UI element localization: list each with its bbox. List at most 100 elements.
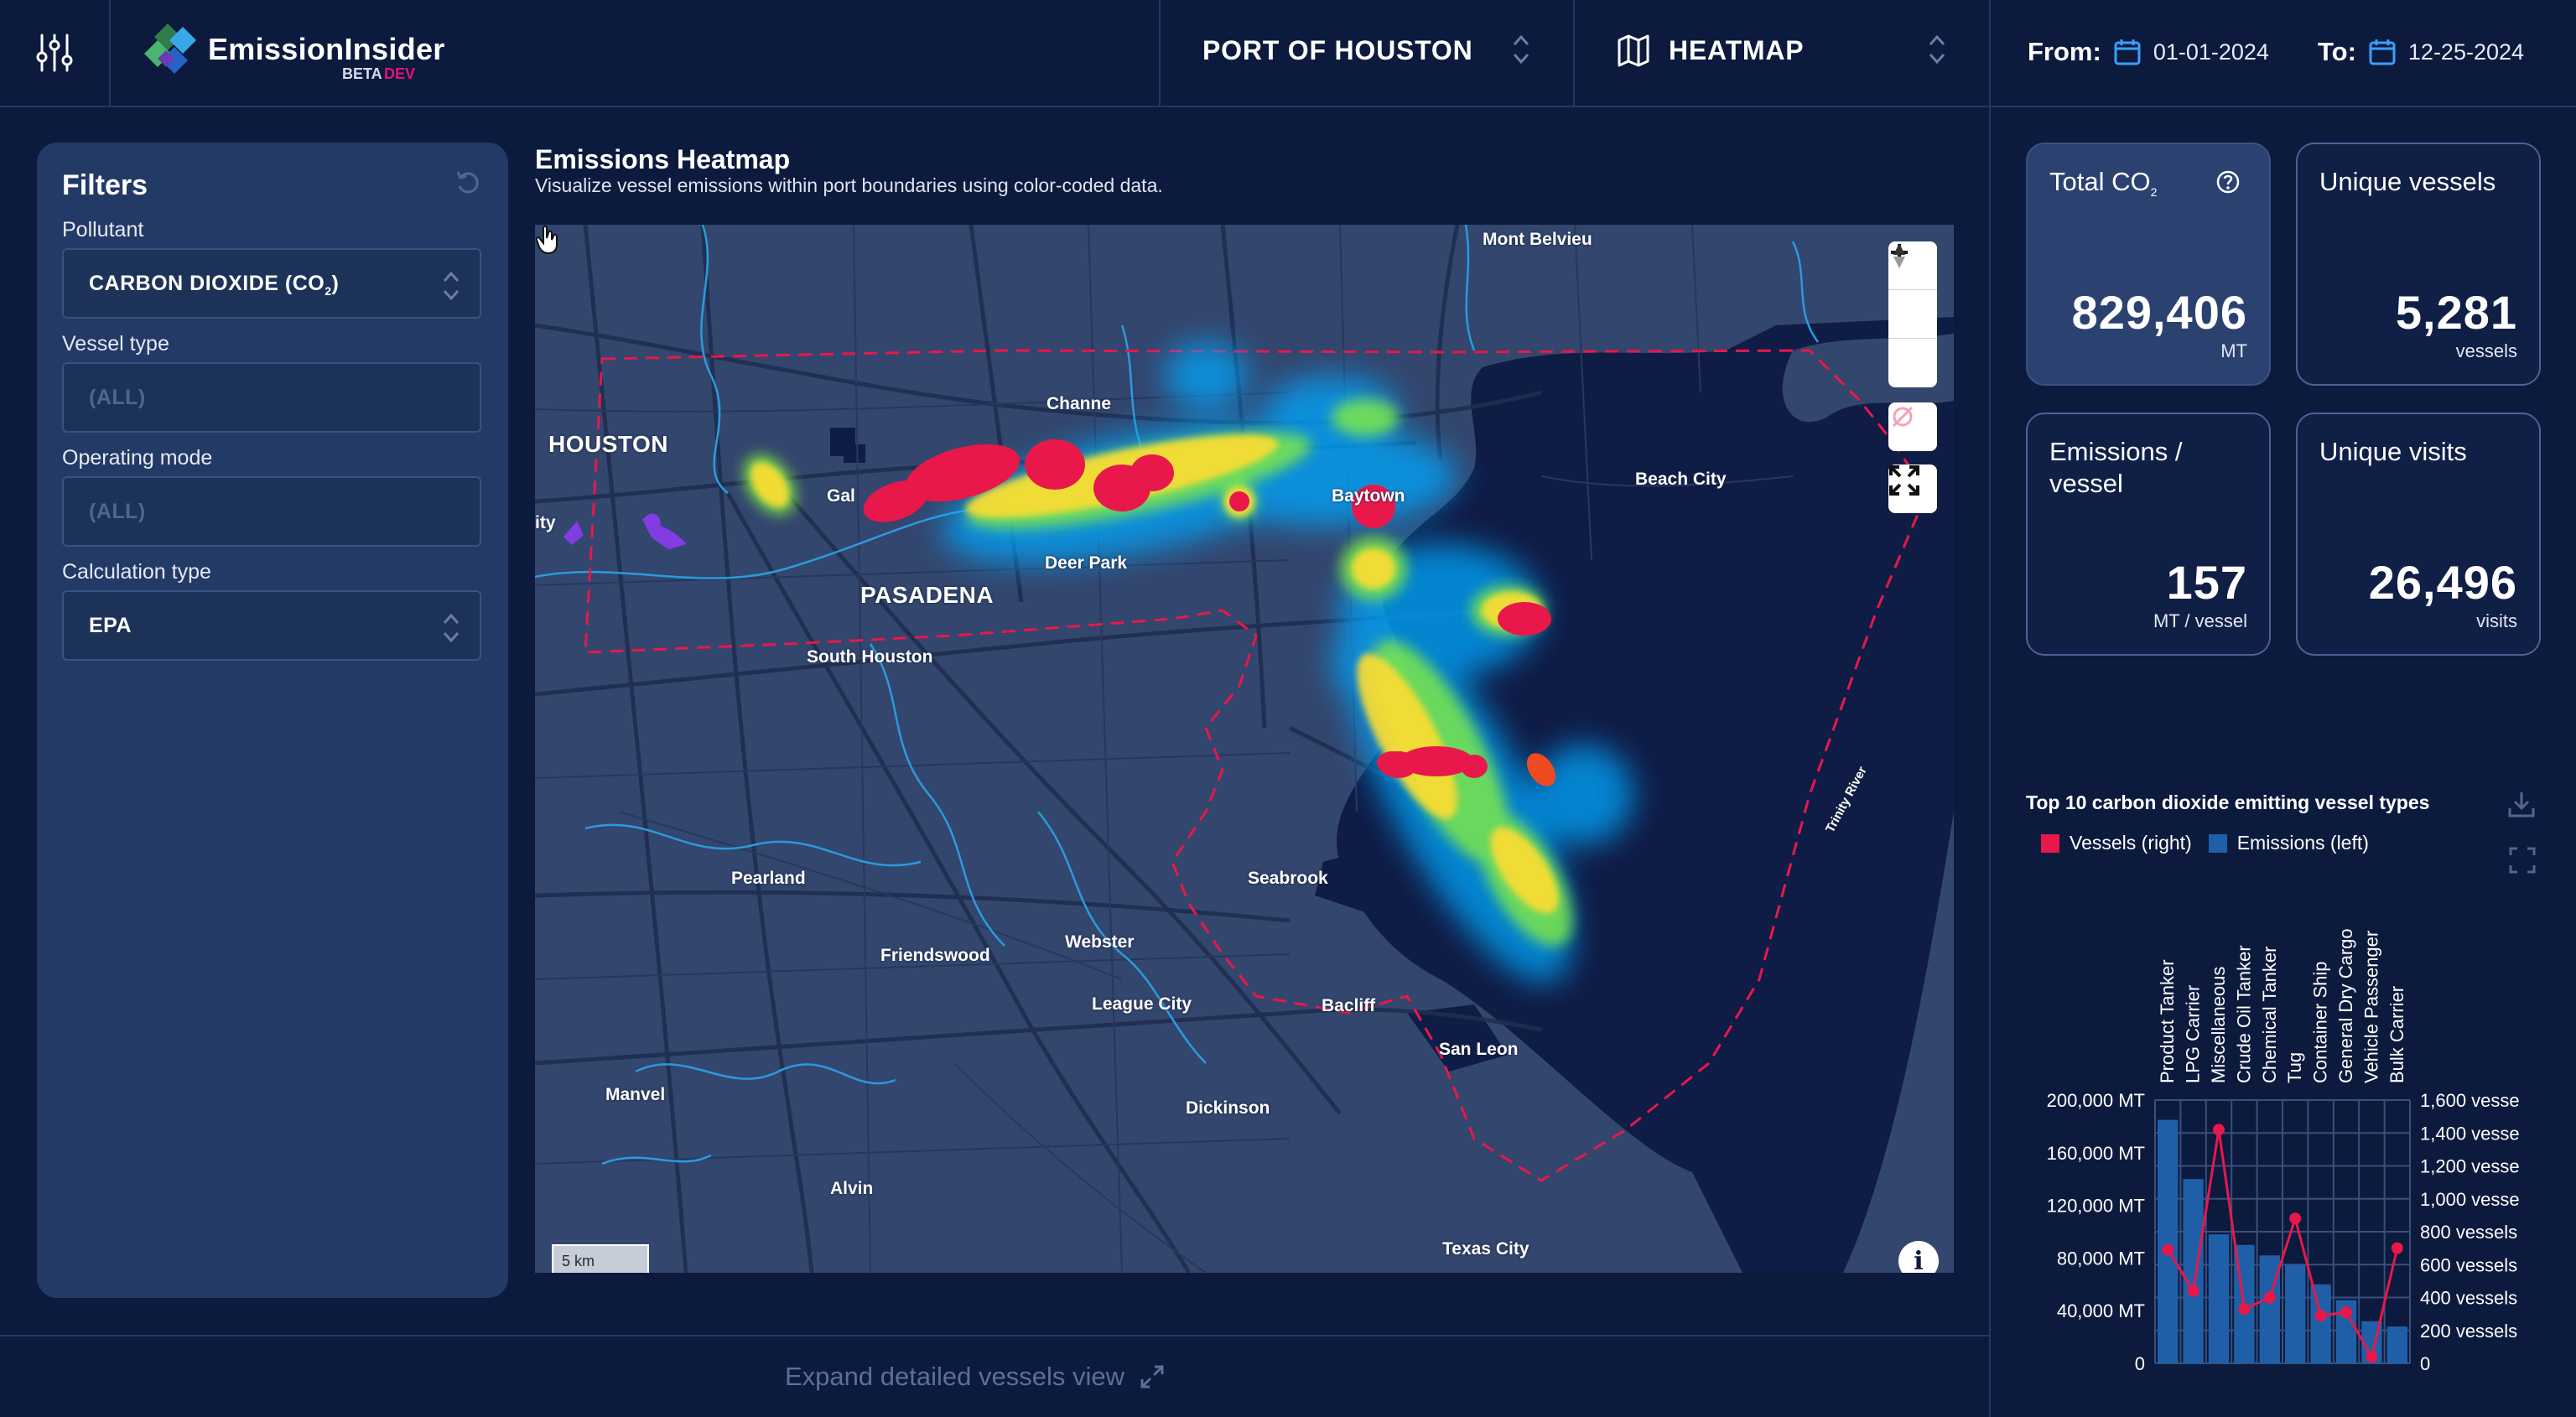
category-label: Chemical Tanker [2259,947,2280,1083]
info-icon: i [1914,1246,1924,1274]
legend-swatch-vessels [2041,833,2059,853]
sliders-icon [36,34,73,72]
legend-item-emissions[interactable]: Emissions (left) [2208,832,2369,854]
from-date-picker[interactable]: From: 01-01-2024 [2028,37,2269,67]
vessel-tracks [563,513,687,550]
chart-title: Top 10 carbon dioxide emitting vessel ty… [2026,792,2430,813]
expand-link-label: Expand detailed vessels view [785,1362,1124,1391]
place-pasadena: PASADENA [860,582,995,608]
location-disabled-icon [1892,406,1914,428]
vessel-type-select[interactable]: (ALL) [62,362,481,433]
right-tick-label: 800 vessels [2420,1222,2517,1243]
vessel-type-value: (ALL) [89,386,146,409]
legend-label-emissions: Emissions (left) [2236,832,2369,854]
category-label: Crude Oil Tanker [2233,945,2254,1083]
location-control [1888,402,1937,451]
chart-point [2162,1243,2174,1256]
category-label: General Dry Cargo [2335,928,2356,1083]
kpi-title: Emissions / vessel [2049,437,2183,498]
port-selector[interactable]: PORT OF HOUSTON [1159,0,1573,106]
fullscreen-icon[interactable] [2509,847,2536,874]
legend-swatch-emissions [2208,833,2227,853]
calc-type-value: EPA [89,614,132,637]
compass-button[interactable] [1888,243,1937,387]
right-tick-label: 1,000 vesse [2420,1189,2520,1210]
operating-mode-select[interactable]: (ALL) [62,476,481,547]
chart-legend: Vessels (right) Emissions (left) [2041,832,2386,854]
kpi-title: Total CO2 [2049,167,2158,200]
left-tick-label: 80,000 MT [2057,1248,2145,1269]
kpi-value: 829,406 [2071,286,2247,339]
zoom-out-button[interactable] [1888,251,1937,339]
left-tick-label: 160,000 MT [2047,1143,2145,1164]
geolocate-button[interactable] [1888,402,1937,451]
chart-point [2263,1291,2276,1304]
download-icon[interactable] [2507,790,2536,818]
pollutant-value: CARBON DIOXIDE (CO2) [89,272,340,298]
heatmap-subtitle: Visualize vessel emissions within port b… [535,174,1163,196]
chart-point [2340,1306,2352,1319]
category-label: Container Ship [2310,961,2331,1083]
chart-bar [2285,1264,2306,1363]
left-tick-label: 40,000 MT [2057,1300,2145,1321]
category-label: Tug [2284,1052,2305,1083]
place-texas-city: Texas City [1442,1239,1530,1259]
updown-chevron-icon [443,271,460,301]
heatmap-map[interactable]: Mont Belvieu HOUSTON Channe Gal Baytown … [535,225,1954,1273]
legend-item-vessels[interactable]: Vessels (right) [2041,832,2192,854]
brand-title: EmissionInsider [208,32,445,66]
beta-badge: BETA [342,65,382,82]
right-tick-label: 1,600 vesse [2420,1090,2520,1111]
expand-vessels-view-link[interactable]: Expand detailed vessels view [785,1362,1165,1392]
chart-bar [2208,1234,2230,1363]
chart-bar [2158,1119,2179,1363]
from-date-value: 01-01-2024 [2153,39,2269,65]
place-mont-belvieu: Mont Belvieu [1483,230,1592,249]
to-date-picker[interactable]: To: 12-25-2024 [2318,37,2524,67]
pollutant-label: Pollutant [62,218,144,241]
left-tick-label: 0 [2135,1353,2145,1374]
from-label: From: [2028,37,2101,66]
fullscreen-button[interactable] [1888,465,1937,513]
to-date-value: 12-25-2024 [2407,39,2525,65]
chart-point [2213,1124,2225,1136]
chart-bar [2386,1326,2407,1363]
place-baytown: Baytown [1332,486,1405,506]
place-south-houston: South Houston [807,647,933,667]
chart-point [2238,1303,2251,1316]
left-tick-label: 200,000 MT [2047,1090,2145,1111]
place-beach-city: Beach City [1635,470,1727,489]
compass-icon [1893,243,1905,268]
right-tick-label: 200 vessels [2420,1321,2517,1342]
calc-type-select[interactable]: EPA [62,590,481,661]
settings-button[interactable] [0,0,111,106]
kpi-title: Unique visits [2319,437,2467,466]
footer-divider [0,1335,1991,1337]
kpi-unit: MT [2220,340,2247,361]
view-selector[interactable]: HEATMAP [1573,0,1991,106]
place-city-partial: ity [535,513,556,532]
to-label: To: [2318,37,2356,66]
heatmap-title: Emissions Heatmap [535,144,791,174]
chart-point [2366,1351,2378,1363]
zoom-controls [1888,241,1937,387]
view-selector-label: HEATMAP [1669,35,1805,65]
help-icon[interactable] [2215,169,2241,195]
operating-mode-label: Operating mode [62,446,213,470]
top-bar: EmissionInsider BETA DEV PORT OF HOUSTON… [0,0,2576,107]
kpi-unit: vessels [2455,340,2517,361]
kpi-value: 26,496 [2368,556,2517,609]
expand-arrows-icon [1140,1365,1164,1388]
operating-mode-value: (ALL) [89,500,146,523]
hand-cursor-icon [535,225,558,255]
place-galena: Gal [827,486,855,506]
category-label: Miscellaneous [2208,967,2229,1083]
updown-chevron-icon [443,613,460,643]
scale-bar: 5 km [552,1244,649,1273]
place-league-city: League City [1092,994,1192,1014]
category-label: Vehicle Passenger [2360,931,2381,1083]
emissions-chart: 0 40,000 MT 80,000 MT 120,000 MT 160,000 MT 2… [2047,928,2520,1374]
calendar-icon [2369,39,2396,65]
pollutant-select[interactable]: CARBON DIOXIDE (CO2) [62,248,481,319]
reset-icon[interactable] [453,168,483,198]
